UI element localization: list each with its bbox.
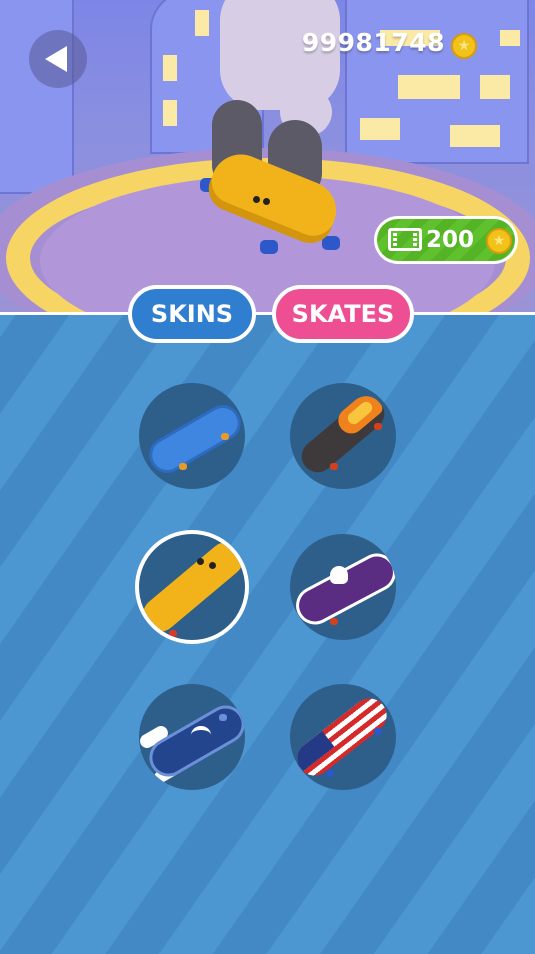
watch-video-button[interactable]: 200 ★: [374, 216, 518, 264]
back-button[interactable]: [29, 30, 87, 88]
board-wheel: [322, 236, 340, 250]
coin-icon: ★: [486, 228, 512, 254]
coin-total: 99981748: [301, 28, 445, 57]
coin-icon: ★: [451, 33, 477, 59]
wing-icon: [191, 726, 211, 744]
building-far-left: [0, 0, 74, 194]
skate-slot-purple-skull[interactable]: [290, 534, 396, 640]
tab-skins[interactable]: SKINS: [128, 285, 256, 343]
skate-slot-blue[interactable]: [139, 383, 245, 489]
video-reward-cost: 200: [426, 227, 475, 253]
board-wheel: [260, 240, 278, 254]
blue-skateboard-icon: [142, 398, 245, 480]
yellow-face-skateboard-icon: [139, 535, 245, 639]
skate-slot-usa-flag[interactable]: [290, 684, 396, 790]
usa-flag-skateboard-icon: [290, 691, 394, 783]
skate-slot-yellow-face[interactable]: [139, 534, 245, 640]
tab-skates[interactable]: SKATES: [272, 285, 414, 343]
back-arrow-icon: [45, 46, 67, 72]
film-icon: [388, 228, 422, 251]
skull-icon: [330, 566, 348, 584]
skate-slot-flame[interactable]: [290, 383, 396, 489]
item-panel: [0, 312, 535, 954]
skate-slot-blue-wings[interactable]: [139, 684, 245, 790]
purple-skull-skateboard-icon: [290, 546, 396, 632]
